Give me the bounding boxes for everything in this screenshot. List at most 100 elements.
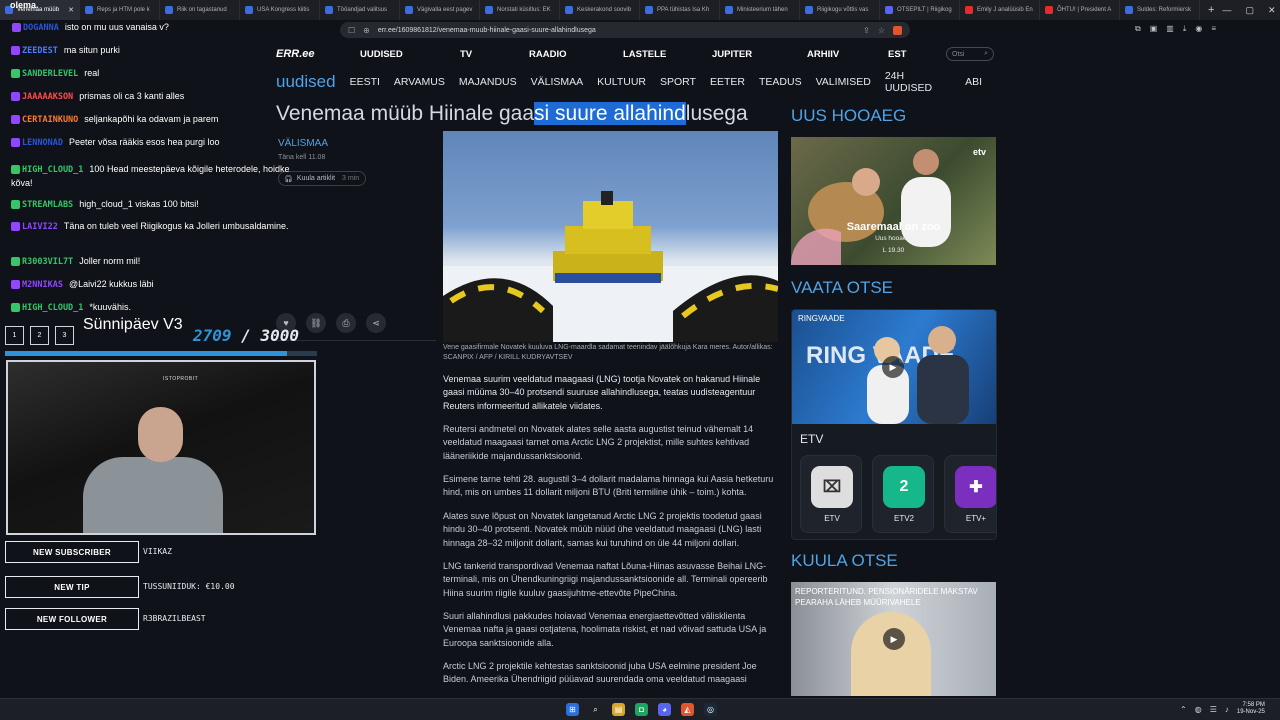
share-icon[interactable]: ⇪	[863, 26, 870, 35]
profile-icon[interactable]: ◉	[1195, 24, 1202, 34]
browser-tab[interactable]: USA Kongress kiitis	[240, 0, 320, 20]
url-text[interactable]: err.ee/1609861812/venemaa-muub-hiinale-g…	[378, 27, 596, 34]
files-icon[interactable]: ▤	[612, 703, 625, 716]
tab-favicon-icon	[245, 6, 253, 14]
kuula-otse-heading[interactable]: KUULA OTSE	[791, 551, 898, 571]
browser-tab[interactable]: Riik on tagastanud	[160, 0, 240, 20]
nav-lastele[interactable]: LASTELE	[623, 49, 666, 60]
browser-tab[interactable]: Reps ja HTM pole k	[80, 0, 160, 20]
headline-part-end: lusega	[685, 102, 748, 125]
subnav-item[interactable]: SPORT	[660, 76, 696, 88]
tab-title: Reps ja HTM pole k	[97, 7, 150, 13]
mic-icon[interactable]: ◍	[1195, 705, 1202, 714]
subnav-item[interactable]: ABI	[965, 76, 982, 88]
browser-tab[interactable]: Tööandjad valitsus	[320, 0, 400, 20]
browser-tab[interactable]: Norstati küsitlus: EK	[480, 0, 560, 20]
radio-stream[interactable]: REPORTERITUND. PENSIONÄRIDELE MAKSTAV PE…	[791, 582, 996, 696]
nav-raadio[interactable]: RAADIO	[529, 49, 566, 60]
play-radio-icon[interactable]: ▶	[883, 628, 905, 650]
tab-close-icon[interactable]: ✕	[68, 6, 74, 14]
start-icon[interactable]: ⊞	[566, 703, 579, 716]
browser-tab[interactable]: Ministeerium tähen	[720, 0, 800, 20]
channel-etv+[interactable]: ✚ ETV+	[944, 455, 996, 533]
subnav-item[interactable]: EESTI	[350, 76, 380, 88]
promo-title: Saaremaal on zoo	[846, 221, 941, 233]
alert-new-tip: NEW TIP	[5, 576, 139, 598]
extensions-icon[interactable]: ⧉	[1135, 24, 1141, 34]
goal-widget: 1 2 3 Sünnipäev V3 2709 / 3000	[5, 316, 317, 358]
print-icon[interactable]: ⎙	[336, 313, 356, 333]
downloads-icon[interactable]: ⤓	[1183, 24, 1187, 34]
browser-tab[interactable]: ÕHTU! | President A	[1040, 0, 1120, 20]
subnav-item[interactable]: ARVAMUS	[394, 76, 445, 88]
ringvaade-stream[interactable]: RINGVAADE RING VAADE ▶	[792, 310, 996, 424]
goal-count: 2709 / 3000	[193, 326, 299, 345]
tab-title: Riik on tagastanud	[177, 7, 227, 13]
bookmark-icon[interactable]: ☐	[348, 26, 355, 35]
browser-tab[interactable]: OTSEPILT | Riigikog	[880, 0, 960, 20]
subnav-item[interactable]: 24H UUDISED	[885, 70, 951, 94]
site-info-icon[interactable]: ⊕	[363, 26, 370, 35]
brave-shield-icon[interactable]	[893, 25, 902, 35]
article-section[interactable]: VÄLISMAA	[278, 138, 328, 149]
play-icon[interactable]: ▶	[882, 356, 904, 378]
subnav-item[interactable]: TEADUS	[759, 76, 802, 88]
nav-arhiiv[interactable]: ARHIIV	[807, 49, 839, 60]
tab-title: Riigikogu võttis vas	[817, 7, 869, 13]
discord-icon[interactable]: ◕	[658, 703, 671, 716]
close-window-icon[interactable]: ✕	[1268, 5, 1276, 16]
minimize-icon[interactable]: —	[1222, 5, 1231, 16]
uus-hooaeg-heading[interactable]: UUS HOOAEG	[791, 106, 906, 126]
chat-text: high_cloud_1 viskas 100 bitsi!	[79, 199, 199, 209]
article-image[interactable]	[443, 131, 778, 342]
maximize-icon[interactable]: ▢	[1245, 5, 1254, 16]
sub-badge-icon	[11, 138, 20, 148]
alert-value: TUSSUNIIDUK: €10.00	[143, 582, 235, 591]
alert-new-follower: NEW FOLLOWER	[5, 608, 139, 630]
nav-uudised[interactable]: UUDISED	[360, 49, 403, 60]
brave-icon[interactable]: ◭	[681, 703, 694, 716]
browser-toolbar-icons: ⧉ ▣ ▥ ⤓ ◉ ≡	[1135, 24, 1216, 34]
subnav-item[interactable]: EETER	[710, 76, 745, 88]
subnav-item[interactable]: VALIMISED	[816, 76, 871, 88]
menu-icon[interactable]: ≡	[1211, 24, 1216, 34]
nav-tv[interactable]: TV	[460, 49, 472, 60]
chat-username: HIGH_CLOUD_1	[22, 303, 84, 313]
nav-est[interactable]: EST	[888, 49, 906, 60]
browser-tab[interactable]: Emily J analüüsib En	[960, 0, 1040, 20]
listen-article-button[interactable]: 🎧︎ Kuula artiklit 3 min	[278, 171, 366, 186]
channel-etv2[interactable]: 2 ETV2	[872, 455, 934, 533]
search-taskbar-icon[interactable]: ⌕	[589, 703, 602, 716]
clock[interactable]: 7:58 PM 19-Nov-25	[1237, 702, 1265, 716]
new-tab-button[interactable]: +	[1200, 4, 1222, 16]
subnav-item[interactable]: MAJANDUS	[459, 76, 517, 88]
browser-tab[interactable]: Keskerakond soovib	[560, 0, 640, 20]
steam-icon[interactable]: ◎	[704, 703, 717, 716]
sidebar-icon[interactable]: ▥	[1166, 24, 1174, 34]
browser-tab[interactable]: PPA tühistas Isa Kh	[640, 0, 720, 20]
article-paragraph: Alates suve lõpust on Novatek langetanud…	[443, 510, 762, 548]
tray-chevron-icon[interactable]: ⌃	[1180, 705, 1187, 714]
search-icon[interactable]: ⌕	[984, 50, 988, 58]
browser-tab[interactable]: Riigikogu võttis vas	[800, 0, 880, 20]
nav-jupiter[interactable]: JUPITER	[712, 49, 752, 60]
site-search-input[interactable]: Otsi ⌕	[946, 47, 994, 61]
wallet-icon[interactable]: ▣	[1150, 24, 1158, 34]
share-article-icon[interactable]: ⋖	[366, 313, 386, 333]
channel-etv[interactable]: ⌧ ETV	[800, 455, 862, 533]
chat-text: ma situn purki	[63, 45, 120, 55]
volume-icon[interactable]: ♪	[1225, 705, 1229, 714]
browser-tab[interactable]: Suldes: Reformiersk	[1120, 0, 1200, 20]
bookmark-star-icon[interactable]: ☆	[878, 26, 885, 35]
promo-card[interactable]: etv Saaremaal on zoo Uus hooaeg! L 19.30	[791, 137, 996, 265]
browser-tab[interactable]: Vägivalla eest pagev	[400, 0, 480, 20]
app-icon[interactable]: ◘	[635, 703, 648, 716]
browser-tab-bar: Venemaa müüb ✕ Reps ja HTM pole k Riik on t…	[0, 0, 1280, 20]
subnav-item[interactable]: KULTUUR	[597, 76, 646, 88]
network-icon[interactable]: ☰	[1210, 705, 1217, 714]
vaata-otse-heading[interactable]: VAATA OTSE	[791, 278, 893, 298]
address-bar[interactable]: ☐ ⊕ err.ee/1609861812/venemaa-muub-hiina…	[340, 22, 910, 38]
err-logo[interactable]: ERR.ee	[276, 48, 358, 60]
goal-box-1: 1	[5, 326, 24, 345]
subnav-item[interactable]: VÄLISMAA	[531, 76, 584, 88]
